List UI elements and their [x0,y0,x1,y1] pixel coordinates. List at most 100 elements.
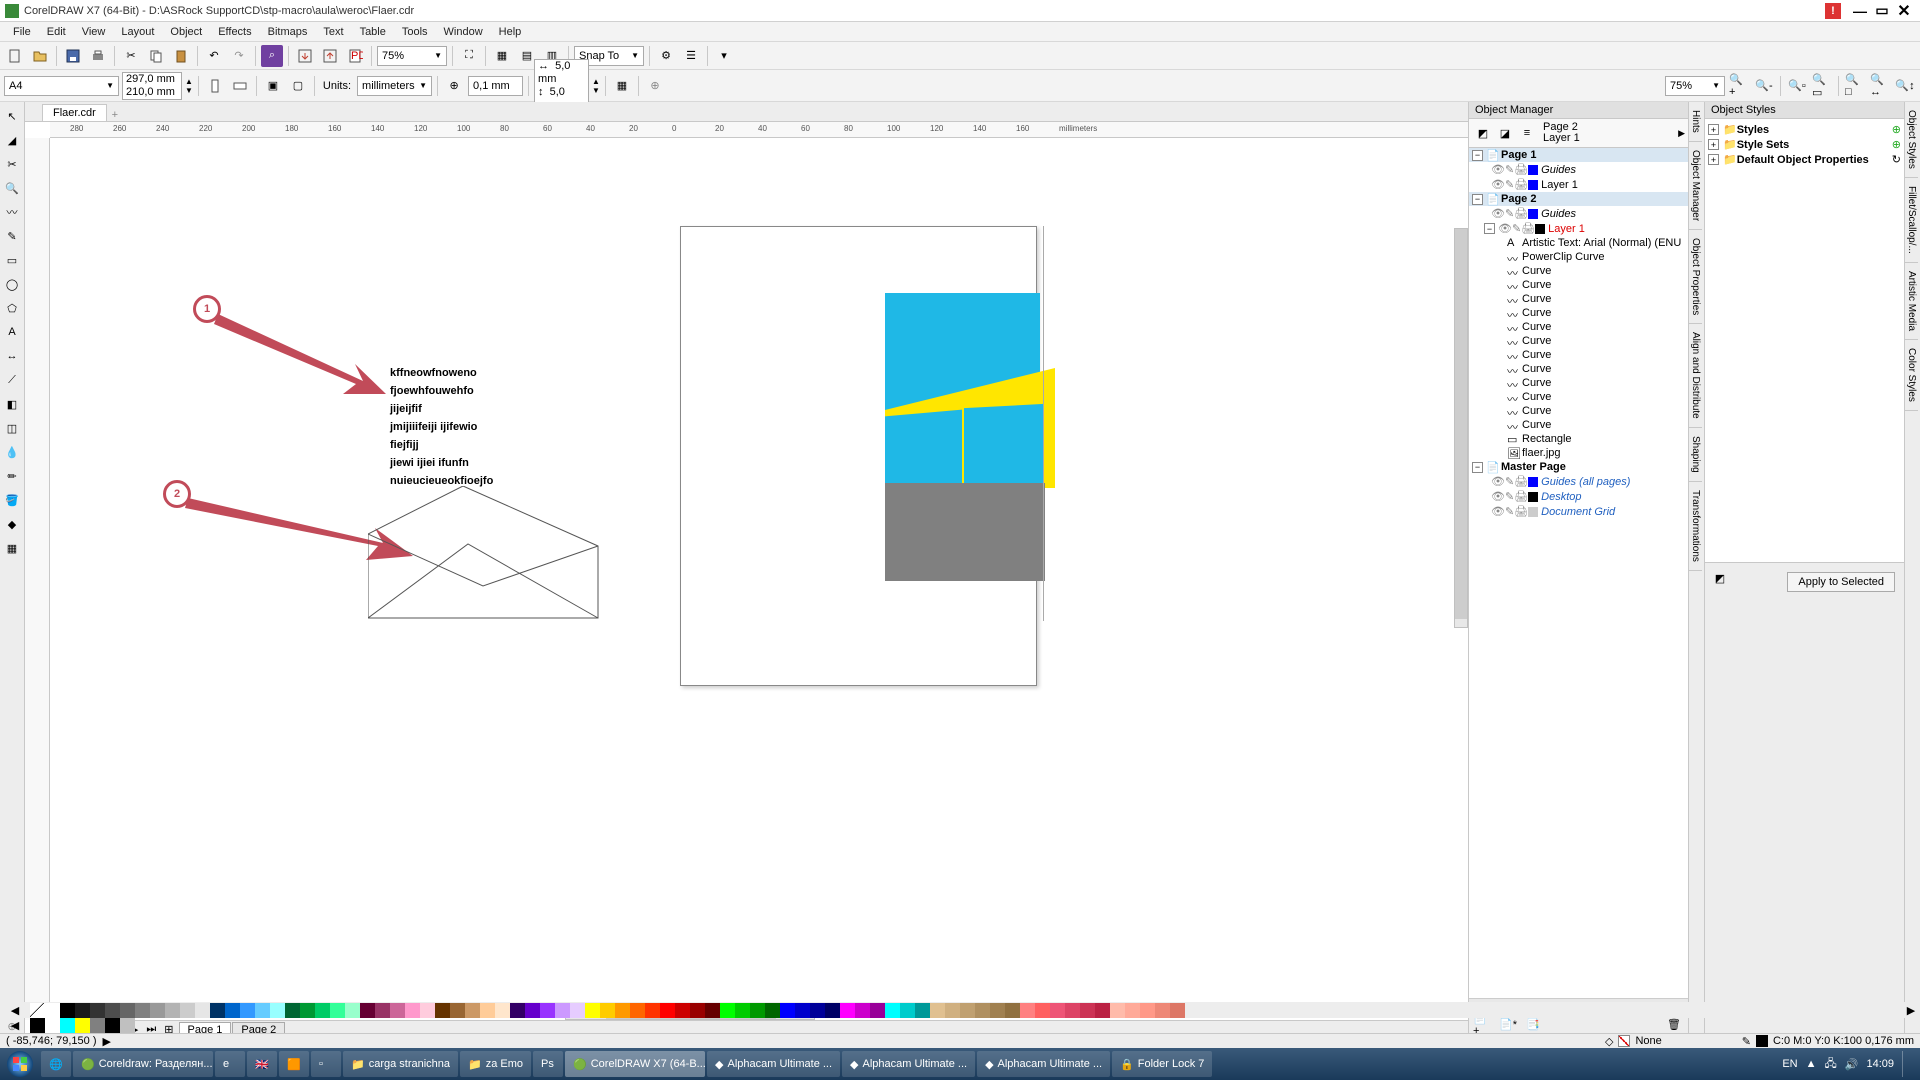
save-icon[interactable] [62,45,84,67]
pick-tool-icon[interactable]: ↖ [1,105,23,127]
swatch[interactable] [165,1003,180,1018]
zoom-prop-combo[interactable]: 75%▼ [1665,76,1725,96]
swatch[interactable] [360,1003,375,1018]
transparency-icon[interactable]: ◫ [1,417,23,439]
treat-as-filled-icon[interactable]: ▦ [611,75,633,97]
swatch[interactable] [1095,1003,1110,1018]
menu-edit[interactable]: Edit [39,24,74,40]
swatch[interactable] [645,1003,660,1018]
swatch[interactable] [255,1003,270,1018]
status-next-icon[interactable]: ▶ [103,1035,111,1048]
taskbar-ps[interactable]: Ps [533,1051,563,1077]
swatch[interactable] [30,1018,45,1033]
docpalette-scroll-icon[interactable]: ◀ [0,1019,30,1032]
menu-effects[interactable]: Effects [210,24,259,40]
fullscreen-icon[interactable]: ⛶ [458,45,480,67]
taskbar-flag[interactable]: 🇬🇧 [247,1051,277,1077]
rulers-icon[interactable]: ▦ [491,45,513,67]
swatch[interactable] [540,1003,555,1018]
swatch[interactable] [660,1003,675,1018]
swatch[interactable] [570,1003,585,1018]
swatch[interactable] [480,1003,495,1018]
canvas[interactable]: 1 kffneowfnowenofjoewhfouwehfojijeijfif … [50,138,1468,1020]
publish-pdf-icon[interactable]: PDF [344,45,366,67]
zoom-combo[interactable]: 75%▼ [377,46,447,66]
menu-layout[interactable]: Layout [113,24,162,40]
taskbar-pin4[interactable]: 🟧 [279,1051,309,1077]
swatch[interactable] [615,1003,630,1018]
swatch[interactable] [1110,1003,1125,1018]
taskbar-ie[interactable]: e [215,1051,245,1077]
swatch[interactable] [675,1003,690,1018]
taskbar-corel-active[interactable]: 🟢 CorelDRAW X7 (64-B... [565,1051,705,1077]
show-desktop[interactable] [1902,1051,1910,1077]
swatch[interactable] [585,1003,600,1018]
swatch[interactable] [150,1003,165,1018]
zoomin-icon[interactable]: 🔍+ [1728,75,1750,97]
menu-table[interactable]: Table [352,24,394,40]
swatch[interactable] [1050,1003,1065,1018]
doc-tab[interactable]: Flaer.cdr [42,104,107,121]
swatch[interactable] [765,1003,780,1018]
tray-up-icon[interactable]: ▲ [1806,1058,1817,1070]
swatch[interactable] [45,1003,60,1018]
sidetab-artistic-media[interactable]: Artistic Media [1905,263,1918,340]
swatch[interactable] [120,1018,135,1033]
taskbar-pin1[interactable]: 🌐 [41,1051,71,1077]
palette-scroll-right-icon[interactable]: ▶ [1902,1004,1920,1017]
swatch[interactable] [390,1003,405,1018]
open-icon[interactable] [29,45,51,67]
landscape-icon[interactable] [229,75,251,97]
om-flyout-icon[interactable]: ▶ [1678,128,1685,139]
export-icon[interactable] [319,45,341,67]
swatch[interactable] [240,1003,255,1018]
taskbar-alpha1[interactable]: ◆ Alphacam Ultimate ... [707,1051,840,1077]
swatch[interactable] [1005,1003,1020,1018]
swatch-nofill[interactable] [30,1003,45,1018]
sidetab-align-and-distribute[interactable]: Align and Distribute [1689,324,1702,428]
swatch[interactable] [375,1003,390,1018]
paste-icon[interactable] [170,45,192,67]
swatch[interactable] [105,1018,120,1033]
artistic-media-icon[interactable]: ✎ [1,225,23,247]
swatch[interactable] [345,1003,360,1018]
swatch[interactable] [810,1003,825,1018]
swatch[interactable] [750,1003,765,1018]
swatch[interactable] [1155,1003,1170,1018]
menu-help[interactable]: Help [491,24,530,40]
redo-icon[interactable]: ↷ [228,45,250,67]
sidetab-hints[interactable]: Hints [1689,102,1702,142]
start-button[interactable] [0,1048,40,1080]
menu-file[interactable]: File [5,24,39,40]
swatch[interactable] [1065,1003,1080,1018]
zoom-width-icon[interactable]: 🔍↔ [1869,75,1891,97]
ellipse-tool-icon[interactable]: ◯ [1,273,23,295]
paper-combo[interactable]: A4▼ [4,76,119,96]
swatch[interactable] [1140,1003,1155,1018]
styles-row[interactable]: +📁 Styles⊕ [1708,122,1901,137]
swatch[interactable] [465,1003,480,1018]
swatch[interactable] [930,1003,945,1018]
nudge-field[interactable]: 0,1 mm [468,76,523,96]
om-btn2-icon[interactable]: ◪ [1494,122,1516,144]
freehand-tool-icon[interactable]: 〰 [1,201,23,223]
zoom-all-icon[interactable]: 🔍▭ [1811,75,1833,97]
launcher-icon[interactable]: ▾ [713,45,735,67]
taskbar-folderlock[interactable]: 🔒 Folder Lock 7 [1112,1051,1212,1077]
menu-text[interactable]: Text [315,24,351,40]
sidetab-object-styles[interactable]: Object Styles [1905,102,1918,178]
interactive-fill-icon[interactable]: ◆ [1,513,23,535]
swatch[interactable] [225,1003,240,1018]
copy-icon[interactable] [145,45,167,67]
sidetab-shaping[interactable]: Shaping [1689,428,1702,482]
swatch[interactable] [420,1003,435,1018]
swatch[interactable] [270,1003,285,1018]
sidetab-object-manager[interactable]: Object Manager [1689,142,1702,230]
swatch[interactable] [510,1003,525,1018]
swatch[interactable] [870,1003,885,1018]
om-btn3-icon[interactable]: ≡ [1516,122,1538,144]
swatch[interactable] [525,1003,540,1018]
dropshadow-icon[interactable]: ◧ [1,393,23,415]
units-combo[interactable]: millimeters▼ [357,76,432,96]
swatch[interactable] [90,1018,105,1033]
